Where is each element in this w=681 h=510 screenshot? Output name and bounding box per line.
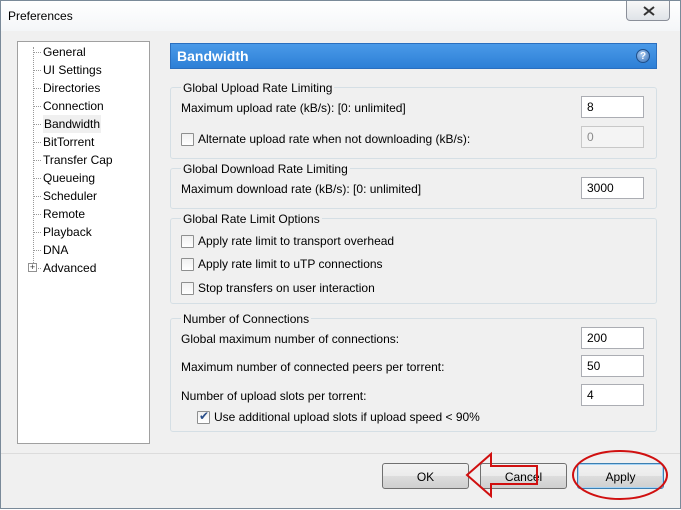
- window-title: Preferences: [8, 9, 73, 23]
- rate-limit-options-group: Global Rate Limit Options Apply rate lim…: [170, 212, 657, 304]
- download-rate-group: Global Download Rate Limiting Maximum do…: [170, 162, 657, 209]
- upload-slots-label: Number of upload slots per torrent:: [181, 389, 367, 403]
- stop-transfers-label[interactable]: Stop transfers on user interaction: [198, 281, 375, 295]
- global-max-connections-label: Global maximum number of connections:: [181, 332, 400, 346]
- panel-header: Bandwidth ?: [170, 43, 657, 69]
- max-download-label: Maximum download rate (kB/s): [0: unlimi…: [181, 182, 422, 196]
- bandwidth-panel: Bandwidth ? Global Upload Rate Limiting …: [168, 41, 659, 444]
- upload-group-title: Global Upload Rate Limiting: [181, 81, 335, 95]
- upload-slots-input[interactable]: 4: [581, 384, 644, 406]
- panel-title: Bandwidth: [177, 48, 249, 64]
- options-group-title: Global Rate Limit Options: [181, 212, 322, 226]
- utp-label[interactable]: Apply rate limit to uTP connections: [198, 257, 383, 271]
- ok-button[interactable]: OK: [382, 463, 469, 489]
- upload-rate-group: Global Upload Rate Limiting Maximum uplo…: [170, 81, 657, 159]
- utp-checkbox[interactable]: [181, 258, 194, 271]
- footer-separator: [1, 453, 680, 454]
- close-button[interactable]: [626, 1, 670, 21]
- title-bar: Preferences: [1, 1, 680, 31]
- apply-button[interactable]: Apply: [577, 463, 664, 489]
- stop-transfers-checkbox[interactable]: [181, 282, 194, 295]
- connections-group-title: Number of Connections: [181, 312, 312, 326]
- transport-overhead-label[interactable]: Apply rate limit to transport overhead: [198, 234, 394, 248]
- transport-overhead-checkbox[interactable]: [181, 235, 194, 248]
- category-tree: General UI Settings Directories Connecti…: [17, 41, 150, 444]
- additional-slots-label[interactable]: Use additional upload slots if upload sp…: [214, 410, 480, 424]
- global-max-connections-input[interactable]: 200: [581, 327, 644, 349]
- alt-upload-input[interactable]: 0: [581, 126, 644, 148]
- max-peers-input[interactable]: 50: [581, 355, 644, 377]
- download-group-title: Global Download Rate Limiting: [181, 162, 350, 176]
- expand-icon[interactable]: +: [28, 263, 37, 272]
- max-upload-label: Maximum upload rate (kB/s): [0: unlimite…: [181, 101, 406, 115]
- connections-group: Number of Connections Global maximum num…: [170, 312, 657, 432]
- max-download-input[interactable]: 3000: [581, 177, 644, 199]
- additional-slots-checkbox[interactable]: [197, 409, 210, 424]
- alt-upload-label[interactable]: Alternate upload rate when not downloadi…: [198, 132, 470, 146]
- max-upload-input[interactable]: 8: [581, 96, 644, 118]
- help-icon[interactable]: ?: [636, 49, 650, 63]
- preferences-window: Preferences General UI Settings Director…: [0, 0, 681, 509]
- alt-upload-checkbox[interactable]: [181, 133, 194, 146]
- close-icon: [643, 6, 655, 16]
- max-peers-label: Maximum number of connected peers per to…: [181, 360, 445, 374]
- cancel-button[interactable]: Cancel: [480, 463, 567, 489]
